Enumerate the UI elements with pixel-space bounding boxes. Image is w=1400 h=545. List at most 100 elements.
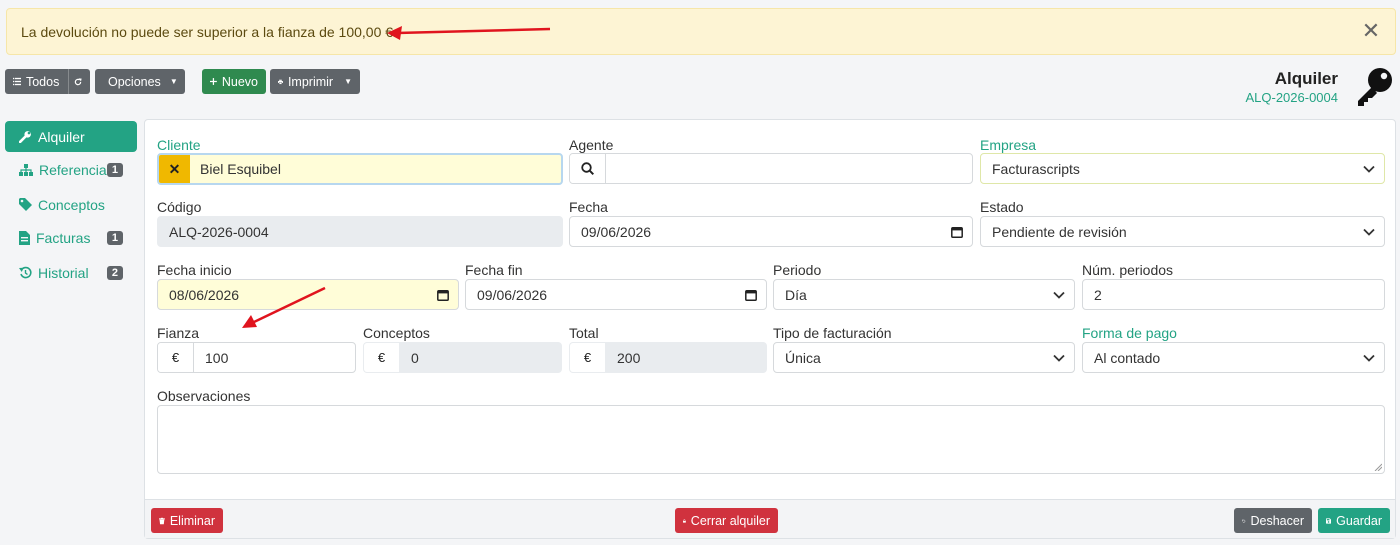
- fianza-field[interactable]: € 100: [157, 342, 356, 373]
- close-icon[interactable]: ✕: [1359, 20, 1383, 44]
- lock-icon: [683, 518, 686, 523]
- num-periodos-value: 2: [1094, 286, 1102, 303]
- fecha-inicio-value: 08/06/2026: [169, 286, 240, 303]
- total-label: Total: [569, 325, 599, 341]
- alert-message: La devolución no puede ser superior a la…: [21, 23, 397, 40]
- caret-down-icon: ▼: [344, 77, 352, 86]
- deshacer-button[interactable]: Deshacer: [1234, 508, 1312, 533]
- estado-label: Estado: [980, 199, 1024, 215]
- sidebar-item-label: Alquiler: [38, 128, 85, 145]
- fecha-field[interactable]: 09/06/2026: [569, 216, 973, 247]
- main-form-card: Cliente ✕ Biel Esquibel Agente Empresa F…: [144, 119, 1396, 539]
- codigo-field: ALQ-2026-0004: [157, 216, 563, 247]
- agente-label: Agente: [569, 137, 614, 153]
- empresa-select[interactable]: Facturascripts: [980, 153, 1385, 184]
- estado-value: Pendiente de revisión: [992, 223, 1127, 240]
- eliminar-button[interactable]: Eliminar: [151, 508, 223, 533]
- calendar-icon[interactable]: [942, 226, 972, 238]
- list-icon: [13, 77, 21, 86]
- calendar-icon[interactable]: [736, 289, 766, 301]
- todos-button[interactable]: Todos: [5, 69, 90, 94]
- observaciones-textarea[interactable]: [157, 405, 1385, 474]
- periodo-label: Periodo: [773, 262, 822, 278]
- imprimir-button[interactable]: Imprimir ▼: [270, 69, 360, 94]
- empresa-label: Empresa: [980, 137, 1037, 153]
- periodo-select[interactable]: Día: [773, 279, 1075, 310]
- conceptos-label: Conceptos: [363, 325, 430, 341]
- fecha-inicio-field[interactable]: 08/06/2026: [157, 279, 459, 310]
- history-icon: [19, 266, 32, 279]
- times-icon: ✕: [168, 160, 181, 177]
- cerrar-alquiler-button[interactable]: Cerrar alquiler: [675, 508, 778, 533]
- page-title: Alquiler: [1274, 69, 1338, 88]
- empresa-value: Facturascripts: [992, 160, 1080, 177]
- fecha-fin-label: Fecha fin: [465, 262, 523, 278]
- sidebar-item-referencias[interactable]: Referencias 1: [5, 154, 137, 185]
- count-badge: 1: [106, 162, 123, 177]
- todos-label: Todos: [25, 74, 60, 89]
- observaciones-value: [158, 406, 1384, 413]
- sidebar-item-conceptos[interactable]: Conceptos: [5, 189, 137, 220]
- fecha-inicio-label: Fecha inicio: [157, 262, 232, 278]
- search-icon: [581, 162, 594, 175]
- page-header: Alquiler ALQ-2026-0004: [1245, 69, 1338, 105]
- fecha-value: 09/06/2026: [581, 223, 652, 240]
- search-agente-button[interactable]: [570, 154, 606, 183]
- opciones-button[interactable]: Opciones ▼: [95, 69, 185, 94]
- sidebar-item-facturas[interactable]: Facturas 1: [5, 222, 137, 253]
- key-icon: [1358, 68, 1392, 106]
- fianza-value: 100: [205, 349, 229, 366]
- cliente-value: Biel Esquibel: [200, 161, 281, 177]
- sidebar-item-label: Facturas: [36, 229, 91, 246]
- undo-icon: [1242, 519, 1246, 523]
- conceptos-field: € 0: [363, 342, 562, 373]
- forma-pago-select[interactable]: Al contado: [1082, 342, 1385, 373]
- chevron-down-icon: [1044, 291, 1074, 299]
- agente-field[interactable]: [569, 153, 973, 184]
- page-code: ALQ-2026-0004: [1245, 90, 1338, 105]
- sitemap-icon: [19, 163, 33, 176]
- cliente-field[interactable]: ✕ Biel Esquibel: [157, 153, 563, 185]
- tipo-facturacion-label: Tipo de facturación: [773, 325, 892, 341]
- estado-select[interactable]: Pendiente de revisión: [980, 216, 1385, 247]
- calendar-icon[interactable]: [428, 289, 458, 301]
- deshacer-label: Deshacer: [1250, 513, 1305, 528]
- sidebar-item-alquiler[interactable]: Alquiler: [5, 121, 137, 152]
- eliminar-label: Eliminar: [169, 513, 215, 528]
- card-footer: Eliminar Cerrar alquiler Deshacer Guarda…: [145, 499, 1395, 538]
- clear-cliente-button[interactable]: ✕: [159, 155, 190, 183]
- currency-addon: €: [158, 343, 194, 372]
- periodo-value: Día: [785, 286, 807, 303]
- guardar-label: Guardar: [1336, 513, 1382, 528]
- sidebar-item-historial[interactable]: Historial 2: [5, 257, 137, 288]
- codigo-label: Código: [157, 199, 202, 215]
- nuevo-button[interactable]: Nuevo: [202, 69, 266, 94]
- currency-addon: €: [364, 343, 400, 372]
- wrench-icon: [19, 131, 31, 143]
- trash-icon: [159, 517, 165, 524]
- sidebar-item-label: Historial: [38, 264, 89, 281]
- refresh-icon: [74, 77, 82, 85]
- file-invoice-icon: [19, 230, 30, 245]
- resize-handle-icon[interactable]: [1374, 463, 1382, 471]
- num-periodos-field[interactable]: 2: [1082, 279, 1385, 310]
- codigo-value: ALQ-2026-0004: [169, 223, 269, 240]
- chevron-down-icon: [1354, 354, 1384, 362]
- save-icon: [1326, 517, 1332, 524]
- opciones-label: Opciones: [108, 74, 161, 89]
- fecha-fin-value: 09/06/2026: [477, 286, 548, 303]
- alert-banner: La devolución no puede ser superior a la…: [6, 8, 1396, 55]
- fecha-label: Fecha: [569, 199, 608, 215]
- num-periodos-label: Núm. periodos: [1082, 262, 1174, 278]
- sidebar-item-label: Conceptos: [38, 196, 105, 213]
- fecha-fin-field[interactable]: 09/06/2026: [465, 279, 767, 310]
- cliente-label: Cliente: [157, 137, 201, 153]
- cerrar-alquiler-label: Cerrar alquiler: [690, 513, 770, 528]
- total-value: 200: [617, 349, 641, 366]
- tipo-facturacion-select[interactable]: Única: [773, 342, 1075, 373]
- guardar-button[interactable]: Guardar: [1318, 508, 1390, 533]
- currency-addon: €: [570, 343, 606, 372]
- tag-icon: [19, 198, 32, 211]
- chevron-down-icon: [1354, 228, 1384, 236]
- tipo-facturacion-value: Única: [785, 349, 821, 366]
